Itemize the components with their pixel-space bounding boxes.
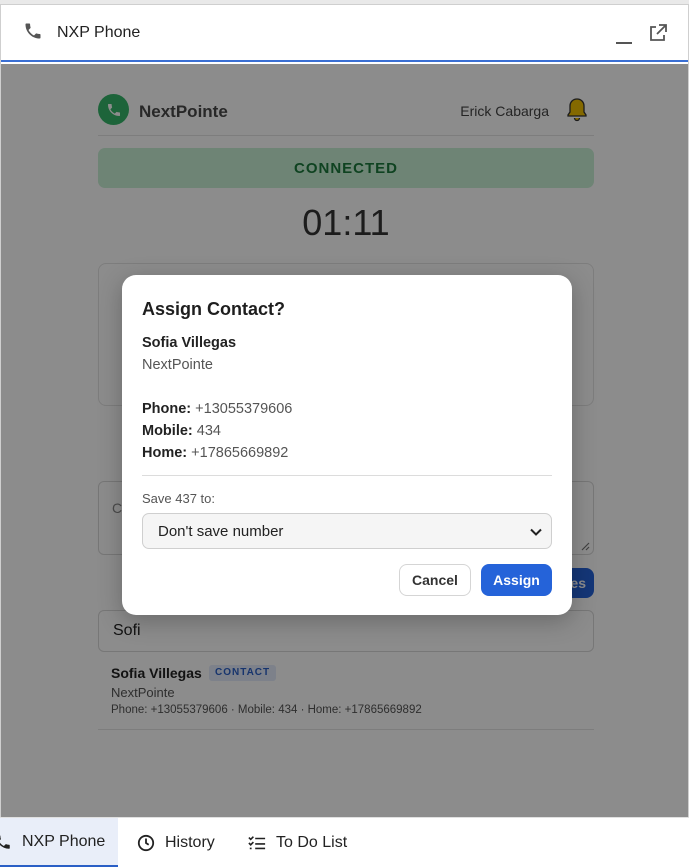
home-row: Home: +17865669892 bbox=[142, 445, 288, 461]
tab-nxp-phone[interactable]: NXP Phone bbox=[0, 818, 118, 867]
phone-icon bbox=[0, 834, 10, 849]
home-value: +17865669892 bbox=[191, 445, 289, 461]
mobile-row: Mobile: 434 bbox=[142, 423, 221, 439]
checklist-icon bbox=[248, 836, 266, 850]
app-window: NXP Phone NextPointe Erick Cabarga CONNE… bbox=[0, 4, 689, 818]
cancel-button[interactable]: Cancel bbox=[399, 564, 471, 596]
chevron-down-icon bbox=[530, 528, 542, 536]
bottom-tab-bar: NXP Phone History To Do List bbox=[0, 817, 689, 867]
select-value: Don't save number bbox=[158, 523, 284, 540]
tab-label: History bbox=[165, 834, 215, 851]
tab-label: NXP Phone bbox=[22, 832, 106, 850]
save-number-select[interactable]: Don't save number bbox=[142, 513, 552, 549]
clock-icon bbox=[137, 834, 155, 852]
main-content: NextPointe Erick Cabarga CONNECTED 01:11… bbox=[1, 64, 688, 818]
phone-label: Phone: bbox=[142, 401, 192, 417]
window-title: NXP Phone bbox=[57, 24, 141, 41]
phone-row: Phone: +13055379606 bbox=[142, 401, 292, 417]
tab-label: To Do List bbox=[276, 834, 348, 851]
dialog-title: Assign Contact? bbox=[142, 299, 286, 319]
tab-history[interactable]: History bbox=[137, 818, 215, 867]
tab-to-do-list[interactable]: To Do List bbox=[248, 818, 347, 867]
save-to-label: Save 437 to: bbox=[142, 491, 215, 506]
phone-icon bbox=[25, 23, 41, 39]
title-bar: NXP Phone bbox=[1, 5, 688, 62]
divider bbox=[142, 475, 552, 476]
pop-out-icon[interactable] bbox=[649, 24, 667, 42]
phone-value: +13055379606 bbox=[195, 401, 293, 417]
contact-company: NextPointe bbox=[142, 357, 213, 373]
mobile-value: 434 bbox=[196, 423, 221, 439]
minimize-icon[interactable] bbox=[615, 27, 633, 45]
contact-name: Sofia Villegas bbox=[142, 335, 237, 351]
mobile-label: Mobile: bbox=[142, 423, 193, 439]
assign-button[interactable]: Assign bbox=[481, 564, 552, 596]
home-label: Home: bbox=[142, 445, 188, 461]
assign-contact-dialog: Assign Contact? Sofia Villegas NextPoint… bbox=[122, 275, 572, 615]
